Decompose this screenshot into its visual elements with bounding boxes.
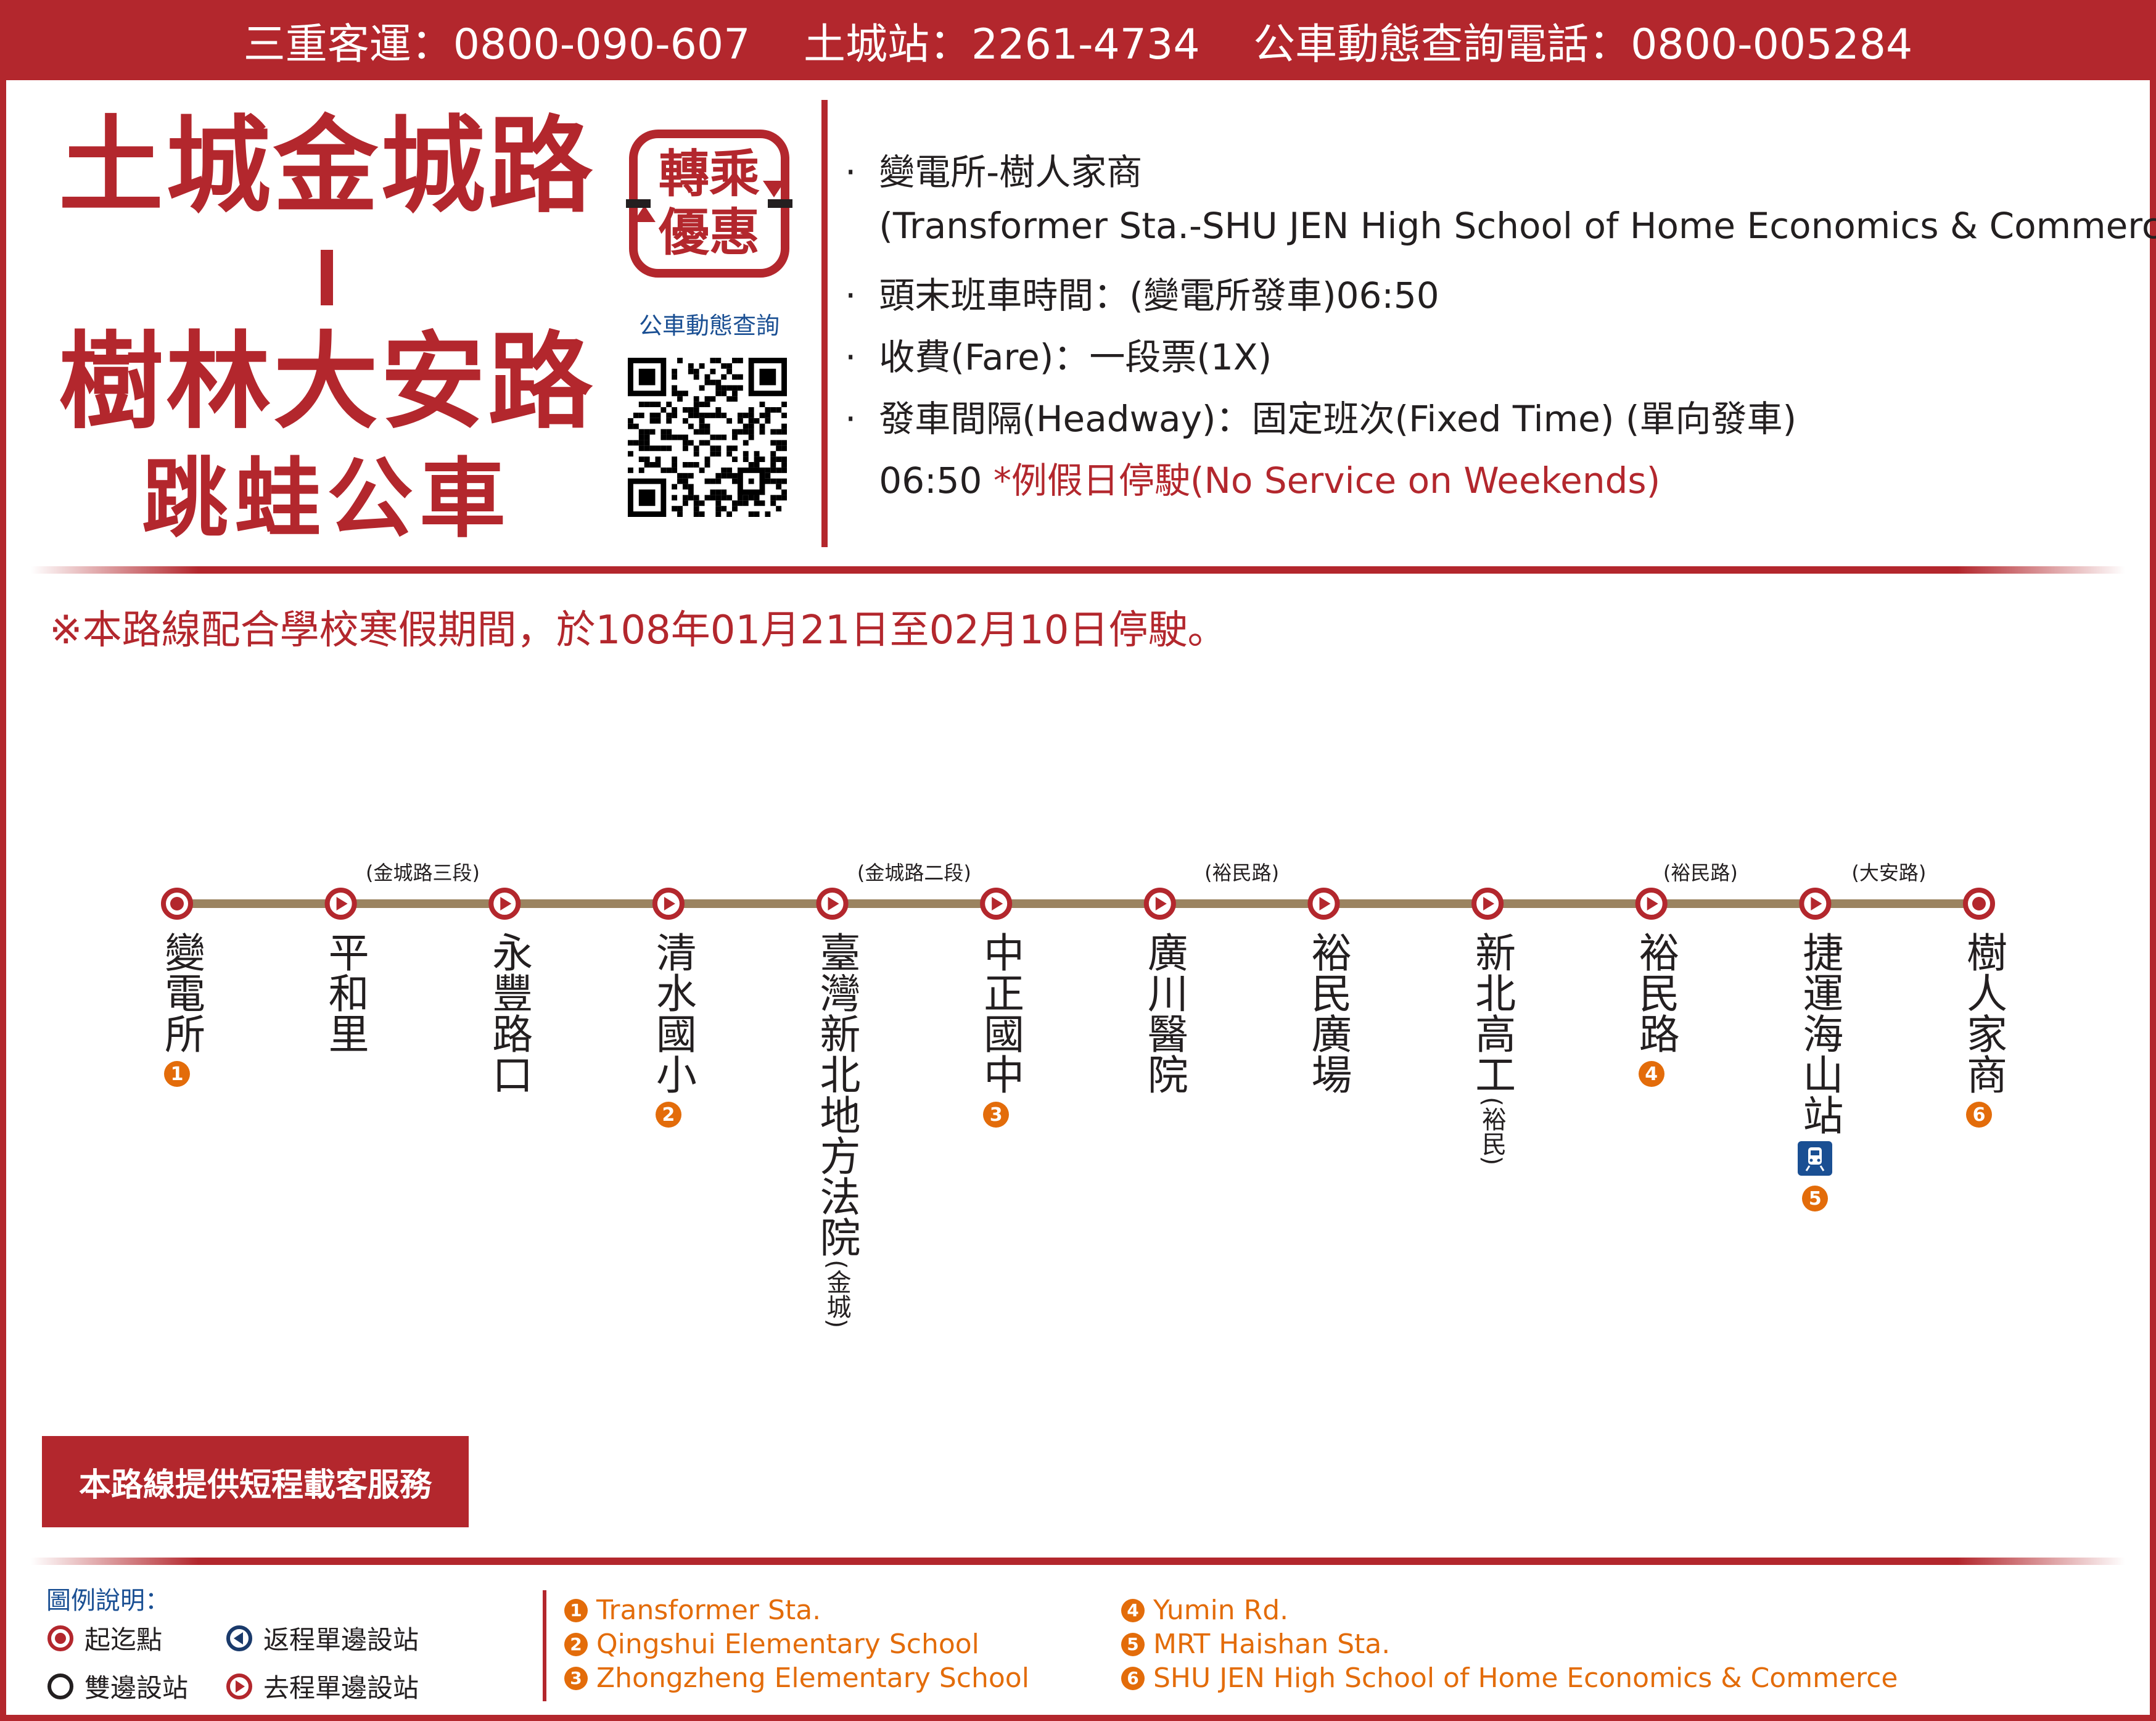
stop-name: 永豐路口 xyxy=(485,931,533,1094)
short-trip-service-button[interactable]: 本路線提供短程載客服務 xyxy=(42,1436,469,1527)
outbound-stop-marker[interactable] xyxy=(816,888,849,920)
poi-2-number: 2 xyxy=(564,1632,588,1656)
route-line-svg xyxy=(161,888,1995,920)
poi-4-number: 4 xyxy=(1121,1598,1145,1622)
poi-3-number: 3 xyxy=(564,1666,588,1690)
info-fare: · 收費(Fare)：一段票(1X) xyxy=(845,336,1272,378)
road-label: (裕民路) xyxy=(1663,861,1738,885)
outbound-stop-marker[interactable] xyxy=(1635,888,1668,920)
outbound-stop-marker[interactable] xyxy=(652,888,685,920)
terminal-stop-marker[interactable] xyxy=(161,888,193,920)
legend-both-sides: 雙邊設站 xyxy=(46,1667,188,1705)
poi-4-name: Yumin Rd. xyxy=(1153,1595,1289,1626)
road-label: (金城路二段) xyxy=(857,861,971,885)
poi-1: 1 Transformer Sta. xyxy=(564,1595,821,1626)
weekend-note: *例假日停駛(No Service on Weekends) xyxy=(982,460,1661,501)
poi-2-name: Qingshui Elementary School xyxy=(596,1628,979,1660)
poi-number-badge: 4 xyxy=(1638,1061,1664,1087)
poi-number-badge: 6 xyxy=(1966,1102,1992,1128)
road-label: (裕民路) xyxy=(1204,861,1280,885)
poi-6-number: 6 xyxy=(1121,1666,1145,1690)
road-label: (金城路三段) xyxy=(365,861,480,885)
poi-number-badge: 3 xyxy=(983,1102,1010,1128)
hotline-station: 土城站：2261-4734 xyxy=(803,20,1200,69)
poi-5-name: MRT Haishan Sta. xyxy=(1153,1628,1391,1660)
stop-name: 平和里 xyxy=(321,931,369,1054)
mrt-icon xyxy=(1798,1141,1833,1176)
info-time-row: 06:50 *例假日停駛(No Service on Weekends) xyxy=(845,452,1660,503)
suspension-notice: ※本路線配合學校寒假期間，於108年01月21日至02月10日停駛。 xyxy=(49,608,1227,653)
info-route-name: · 變電所-樹人家商 xyxy=(845,151,1143,193)
legend-rule xyxy=(31,1558,2125,1565)
legend-terminal-label: 起迄點 xyxy=(84,1625,163,1655)
legend-both-sides-label: 雙邊設站 xyxy=(84,1673,189,1703)
outbound-stop-marker[interactable] xyxy=(1471,888,1504,920)
header-rule xyxy=(31,566,2125,574)
poi-3: 3 Zhongzheng Elementary School xyxy=(564,1662,1029,1694)
legend-outbound-label: 去程單邊設站 xyxy=(263,1673,419,1703)
poi-4: 4 Yumin Rd. xyxy=(1121,1595,1288,1626)
title-divider xyxy=(321,250,333,305)
stop-name: 清水國小 xyxy=(649,931,697,1094)
legend-terminal: 起迄點 xyxy=(46,1619,162,1657)
poi-number-badge: 2 xyxy=(655,1102,681,1128)
stop-name: 臺灣新北地方法院 xyxy=(813,931,861,1257)
outbound-stop-icon xyxy=(226,1673,252,1699)
poi-1-name: Transformer Sta. xyxy=(596,1595,821,1626)
legend-return: 返程單邊設站 xyxy=(225,1619,419,1657)
poi-5: 5 MRT Haishan Sta. xyxy=(1121,1628,1390,1660)
info-time: 06:50 xyxy=(845,460,982,501)
outbound-stop-marker[interactable] xyxy=(980,888,1013,920)
hotline-bar: 三重客運：0800-090-607 土城站：2261-4734 公車動態查詢電話… xyxy=(0,0,2156,80)
stop-name: 樹人家商 xyxy=(1960,931,2007,1094)
road-label: (大安路) xyxy=(1851,861,1927,885)
info-headway: · 發車間隔(Headway)：固定班次(Fixed Time) (單向發車) xyxy=(845,398,1797,440)
badge-line2: 優惠 xyxy=(658,204,760,262)
qr-code[interactable] xyxy=(628,358,787,517)
qr-caption: 公車動態查詢 xyxy=(638,312,780,339)
outbound-stop-marker[interactable] xyxy=(1143,888,1176,920)
stop-name: 變電所 xyxy=(158,931,205,1054)
hotline-company: 三重客運：0800-090-607 xyxy=(243,20,751,69)
outbound-stop-marker[interactable] xyxy=(1307,888,1340,920)
outbound-stop-marker[interactable] xyxy=(488,888,521,920)
route-title-type: 跳蛙公車 xyxy=(141,449,512,550)
return-stop-icon xyxy=(226,1625,252,1651)
stop-name: 新北高工 xyxy=(1468,931,1516,1094)
route-title-origin: 土城金城路 xyxy=(58,105,595,228)
poi-1-number: 1 xyxy=(564,1598,588,1622)
terminal-stop-marker[interactable] xyxy=(1963,888,1995,920)
info-route-name-en: (Transformer Sta.-SHU JEN High School of… xyxy=(845,205,2156,247)
route-title-destination: 樹林大安路 xyxy=(58,321,595,444)
badge-line1: 轉乘 xyxy=(659,145,760,204)
header-divider xyxy=(821,100,828,547)
stop-name: 裕民路 xyxy=(1632,931,1680,1054)
poi-number-badge: 1 xyxy=(164,1061,190,1087)
info-first-last: · 頭末班車時間：(變電所發車)06:50 xyxy=(845,274,1439,316)
stop-sub-label: (裕民) xyxy=(1478,1097,1507,1166)
both-sides-stop-icon xyxy=(47,1673,73,1699)
stop-name: 廣川醫院 xyxy=(1140,931,1188,1094)
transfer-discount-badge: 轉乘 優惠 xyxy=(626,130,792,278)
poi-2: 2 Qingshui Elementary School xyxy=(564,1628,979,1660)
terminal-icon xyxy=(47,1625,73,1651)
legend-outbound: 去程單邊設站 xyxy=(225,1667,419,1705)
poi-6: 6 SHU JEN High School of Home Economics &… xyxy=(1121,1662,1898,1694)
stop-sub-label: (金城) xyxy=(822,1260,851,1329)
legend-return-label: 返程單邊設站 xyxy=(263,1625,419,1655)
outbound-stop-marker[interactable] xyxy=(1799,888,1832,920)
stop-name: 裕民廣場 xyxy=(1304,931,1352,1094)
outbound-stop-marker[interactable] xyxy=(324,888,357,920)
poi-5-number: 5 xyxy=(1121,1632,1145,1656)
stop-name: 捷運海山站 xyxy=(1796,931,1844,1135)
poi-3-name: Zhongzheng Elementary School xyxy=(596,1662,1029,1694)
hotline-query: 公車動態查詢電話：0800-005284 xyxy=(1253,20,1913,69)
poi-6-name: SHU JEN High School of Home Economics & … xyxy=(1153,1662,1898,1694)
stop-name: 中正國中 xyxy=(977,931,1025,1094)
legend-title: 圖例說明： xyxy=(46,1587,170,1615)
legend-divider xyxy=(543,1590,546,1701)
